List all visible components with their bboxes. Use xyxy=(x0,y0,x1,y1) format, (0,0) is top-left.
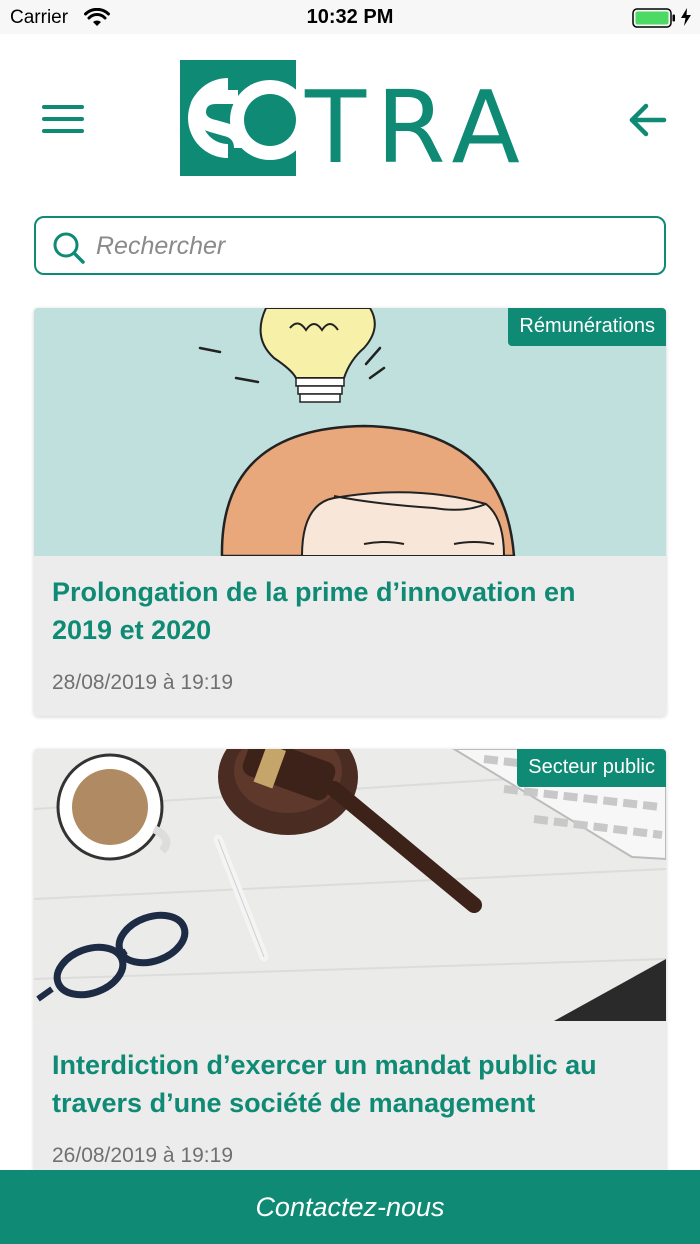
search-input[interactable] xyxy=(96,226,656,266)
status-bar: Carrier 10:32 PM xyxy=(0,0,700,34)
category-badge: Rémunérations xyxy=(508,308,666,346)
search-bar[interactable] xyxy=(34,216,666,275)
article-date: 26/08/2019 à 19:19 xyxy=(52,1144,234,1167)
category-badge: Secteur public xyxy=(517,749,666,787)
charging-icon xyxy=(680,7,692,32)
contact-button[interactable]: Contactez-nous xyxy=(0,1170,700,1244)
article-image-desk xyxy=(34,749,666,1021)
app-screen: Carrier 10:32 PM TRA Rechercher Rémunéra… xyxy=(0,0,700,1244)
sotra-logo: TRA xyxy=(180,60,525,186)
search-icon xyxy=(52,231,86,270)
clock: 10:32 PM xyxy=(306,6,394,28)
hamburger-menu-icon[interactable] xyxy=(40,103,86,135)
svg-text:TRA: TRA xyxy=(304,69,525,178)
article-card[interactable]: Secteur public Interdiction d’exercer un… xyxy=(34,749,666,1179)
article-title[interactable]: Interdiction d’exercer un mandat public … xyxy=(52,1046,642,1122)
article-card[interactable]: Rémunérations Prolongation de la prime d… xyxy=(34,308,666,716)
arrow-left-icon[interactable] xyxy=(626,100,668,140)
article-date: 28/08/2019 à 19:19 xyxy=(52,671,234,694)
article-title[interactable]: Prolongation de la prime d’innovation en… xyxy=(52,573,642,649)
battery-icon xyxy=(632,8,676,33)
contact-button-label: Contactez-nous xyxy=(255,1191,445,1222)
